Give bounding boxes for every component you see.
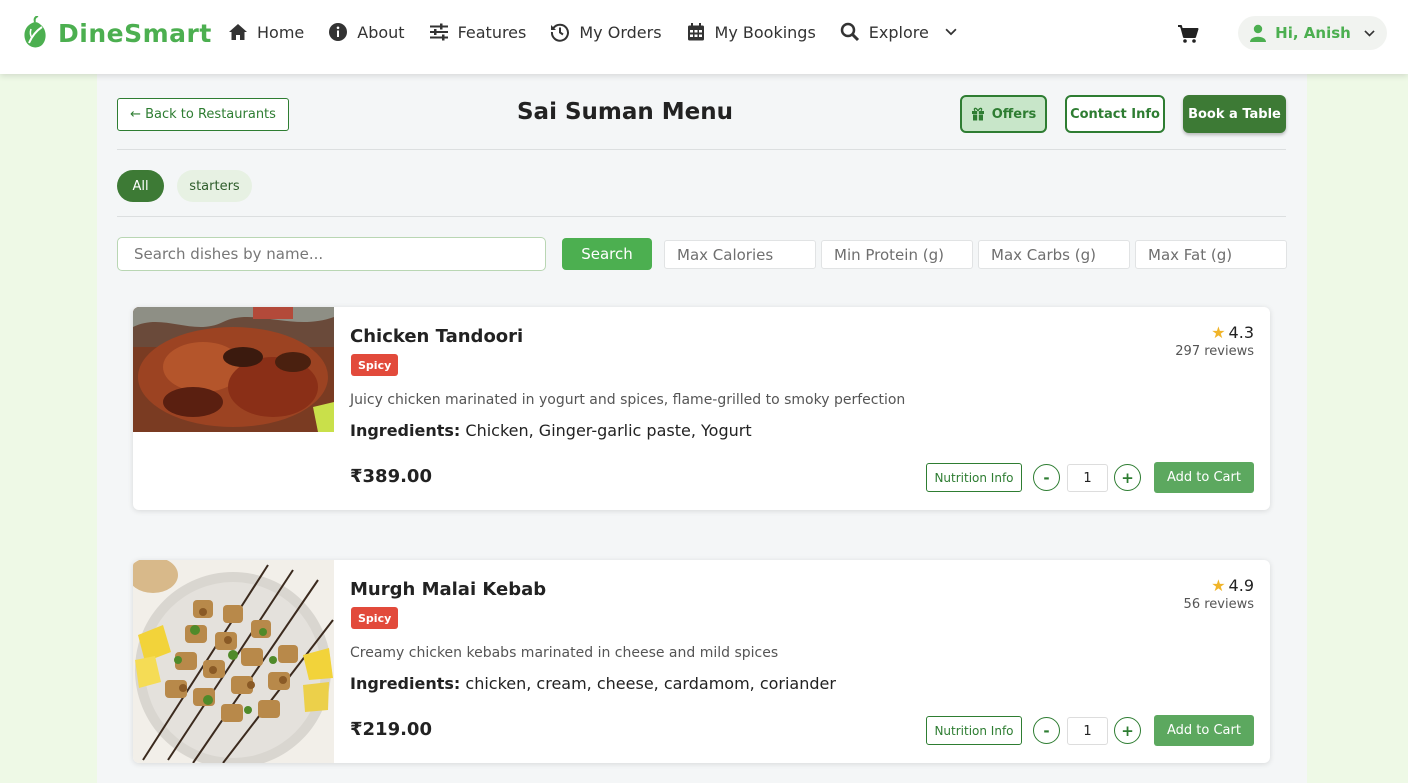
offers-button[interactable]: Offers xyxy=(960,95,1047,133)
chevron-down-icon xyxy=(945,28,957,36)
dish-card: Murgh Malai Kebab Spicy Creamy chicken k… xyxy=(133,560,1270,763)
book-table-button[interactable]: Book a Table xyxy=(1183,95,1286,133)
add-to-cart-button[interactable]: Add to Cart xyxy=(1154,715,1254,746)
quantity-decrement-button[interactable]: - xyxy=(1033,464,1060,491)
review-count: 297 reviews xyxy=(1175,344,1254,359)
divider xyxy=(117,149,1286,150)
rating-value: 4.3 xyxy=(1228,323,1254,342)
nav-label: About xyxy=(357,22,405,42)
ingredients-label: Ingredients: xyxy=(350,421,461,440)
user-menu-button[interactable]: Hi, Anish xyxy=(1238,16,1387,50)
nav-label: Explore xyxy=(868,22,929,42)
nav-item-my-orders[interactable]: My Orders xyxy=(550,22,662,42)
divider xyxy=(117,216,1286,217)
quantity-input[interactable] xyxy=(1067,717,1108,745)
chevron-down-icon xyxy=(1364,29,1375,37)
dish-price: ₹389.00 xyxy=(350,466,432,487)
dish-description: Juicy chicken marinated in yogurt and sp… xyxy=(350,392,906,408)
max-carbs-field[interactable] xyxy=(978,240,1130,269)
star-icon: ★ xyxy=(1211,576,1226,595)
quantity-input[interactable] xyxy=(1067,464,1108,492)
max-calories-field[interactable] xyxy=(664,240,816,269)
home-icon xyxy=(229,24,247,40)
search-icon xyxy=(840,22,859,42)
brand[interactable]: DineSmart xyxy=(22,16,212,50)
dish-description: Creamy chicken kebabs marinated in chees… xyxy=(350,645,779,661)
calendar-icon xyxy=(687,23,704,41)
max-fat-field[interactable] xyxy=(1135,240,1287,269)
menu-panel: ← Back to Restaurants Sai Suman Menu Off… xyxy=(97,74,1307,783)
rating-value: 4.9 xyxy=(1228,576,1254,595)
user-greeting: Hi, Anish xyxy=(1275,24,1351,42)
ingredients-value: Chicken, Ginger-garlic paste, Yogurt xyxy=(465,421,752,440)
category-chip-all[interactable]: All xyxy=(117,170,164,202)
nav-item-about[interactable]: About xyxy=(328,22,405,42)
star-icon: ★ xyxy=(1211,323,1226,342)
nav-item-explore[interactable]: Explore xyxy=(840,22,958,42)
dish-name: Chicken Tandoori xyxy=(350,326,524,347)
dish-rating: ★ 4.3 297 reviews xyxy=(1175,323,1254,359)
dish-ingredients: Ingredients: chicken, cream, cheese, car… xyxy=(350,674,836,693)
nutrition-info-button[interactable]: Nutrition Info xyxy=(926,463,1022,492)
gift-icon xyxy=(971,107,984,121)
brand-name: DineSmart xyxy=(58,18,212,48)
nav-label: Features xyxy=(457,22,527,42)
sliders-icon xyxy=(429,23,448,41)
history-icon xyxy=(551,23,570,42)
leaf-logo-icon xyxy=(24,16,46,48)
nav-item-features[interactable]: Features xyxy=(429,22,527,42)
dish-image xyxy=(133,560,334,763)
quantity-increment-button[interactable]: + xyxy=(1114,464,1141,491)
review-count: 56 reviews xyxy=(1183,597,1254,612)
ingredients-value: chicken, cream, cheese, cardamom, corian… xyxy=(465,674,836,693)
add-to-cart-button[interactable]: Add to Cart xyxy=(1154,462,1254,493)
dish-ingredients: Ingredients: Chicken, Ginger-garlic past… xyxy=(350,421,752,440)
contact-info-button[interactable]: Contact Info xyxy=(1065,95,1165,133)
nav-label: My Orders xyxy=(579,22,662,42)
quantity-increment-button[interactable]: + xyxy=(1114,717,1141,744)
search-button[interactable]: Search xyxy=(562,238,652,270)
dish-name: Murgh Malai Kebab xyxy=(350,579,547,600)
min-protein-field[interactable] xyxy=(821,240,973,269)
ingredients-label: Ingredients: xyxy=(350,674,461,693)
navbar: DineSmart Home About Features My Orders … xyxy=(0,0,1408,74)
nav-menu: Home About Features My Orders My Booking… xyxy=(228,22,958,42)
nutrition-info-button[interactable]: Nutrition Info xyxy=(926,716,1022,745)
offers-label: Offers xyxy=(991,106,1037,122)
nav-item-my-bookings[interactable]: My Bookings xyxy=(686,22,816,42)
nav-label: Home xyxy=(257,22,305,42)
category-chip-starters[interactable]: starters xyxy=(177,170,252,202)
nav-label: My Bookings xyxy=(714,22,816,42)
dish-image xyxy=(133,307,334,432)
search-input[interactable] xyxy=(117,237,546,271)
nav-item-home[interactable]: Home xyxy=(228,22,304,42)
page-title: Sai Suman Menu xyxy=(516,99,734,125)
user-icon xyxy=(1250,24,1267,42)
info-icon xyxy=(329,23,348,41)
back-to-restaurants-button[interactable]: ← Back to Restaurants xyxy=(117,98,289,131)
dish-price: ₹219.00 xyxy=(350,719,432,740)
spicy-badge: Spicy xyxy=(351,607,399,629)
dish-card: Chicken Tandoori Spicy Juicy chicken mar… xyxy=(133,307,1270,510)
quantity-decrement-button[interactable]: - xyxy=(1033,717,1060,744)
dish-rating: ★ 4.9 56 reviews xyxy=(1184,576,1254,612)
cart-icon[interactable] xyxy=(1177,23,1199,45)
spicy-badge: Spicy xyxy=(351,354,399,376)
